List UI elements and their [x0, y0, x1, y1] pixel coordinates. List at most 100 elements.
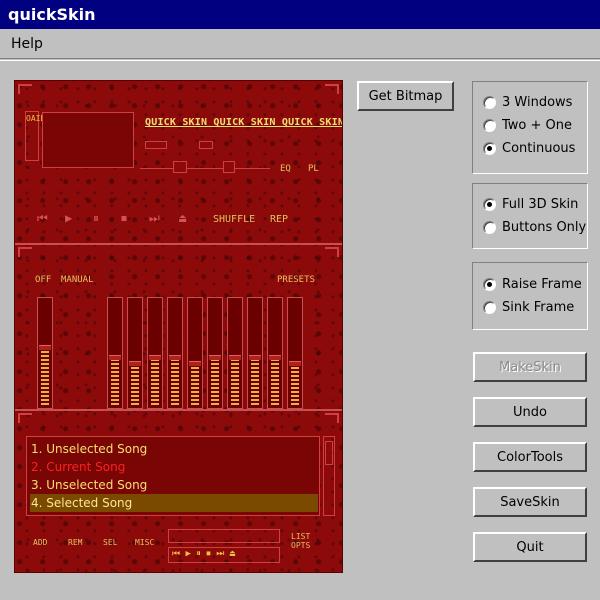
seek-knob[interactable] [173, 161, 187, 173]
playlist-sel-button[interactable]: SEL [103, 538, 117, 547]
radio-label: Buttons Only [502, 219, 587, 235]
radio-indicator [483, 277, 496, 291]
eq-manual-button[interactable]: MANUAL [61, 275, 94, 285]
skin-type-group: Full 3D Skin Buttons Only [472, 183, 588, 249]
title-bar: quickSkin [0, 0, 600, 29]
eq-slider-knob[interactable] [189, 361, 201, 366]
skin-preview[interactable]: OAIDO QUICK SKIN QUICK SKIN QUICK SKIN E… [14, 80, 343, 573]
quit-button[interactable]: Quit [473, 532, 587, 562]
playlist-scroll-thumb[interactable] [325, 441, 333, 465]
eject-icon[interactable]: ⏏ [179, 211, 186, 225]
radio-indicator [483, 300, 496, 314]
eq-slider-knob[interactable] [289, 361, 301, 366]
radio-indicator [483, 220, 496, 234]
seek-knob-secondary[interactable] [223, 161, 235, 173]
playlist-add-button[interactable]: ADD [33, 538, 47, 547]
eq-level-fill [191, 363, 199, 405]
vertical-label: OAIDO [25, 111, 50, 161]
corner-decoration [18, 84, 32, 94]
menu-divider [0, 60, 600, 61]
eq-band-slider[interactable] [207, 297, 223, 409]
eq-slider-knob[interactable] [269, 355, 281, 360]
eq-presets-button[interactable]: PRESETS [277, 275, 315, 285]
eq-slider-knob[interactable] [39, 345, 51, 350]
play-icon[interactable]: ▶ [65, 211, 72, 225]
eq-band-slider[interactable] [287, 297, 303, 409]
corner-decoration [18, 413, 32, 423]
save-skin-button[interactable]: SaveSkin [473, 487, 587, 517]
eq-band-slider[interactable] [107, 297, 123, 409]
eq-level-fill [251, 357, 259, 405]
color-tools-button[interactable]: ColorTools [473, 442, 587, 472]
pause-icon[interactable]: ⏸ [93, 211, 99, 226]
radio-label: Raise Frame [502, 276, 582, 292]
prev-icon[interactable]: ⏮ [37, 211, 48, 226]
repeat-button[interactable]: REP [270, 214, 288, 225]
playlist-transport: ⏮ ▶ ⏸ ⏹ ⏭ ⏏ [168, 547, 280, 563]
pl-toggle[interactable]: PL [308, 164, 319, 174]
mini-transport-icons[interactable]: ⏮ ▶ ⏸ ⏹ ⏭ ⏏ [172, 549, 235, 559]
eq-slider-knob[interactable] [169, 355, 181, 360]
playlist-rem-button[interactable]: REM [68, 538, 82, 547]
eq-slider-knob[interactable] [249, 355, 261, 360]
playlist-misc-button[interactable]: MISC [135, 538, 154, 547]
radio-indicator [483, 197, 496, 211]
eq-level-fill [291, 363, 299, 405]
balance-knob[interactable] [199, 141, 213, 149]
radio-label: Continuous [502, 140, 576, 156]
eq-preamp-slider[interactable] [37, 297, 53, 409]
radio-label: 3 Windows [502, 94, 573, 110]
seek-track[interactable] [140, 168, 270, 169]
next-icon[interactable]: ⏭ [149, 211, 160, 226]
eq-band-slider[interactable] [187, 297, 203, 409]
radio-label: Sink Frame [502, 299, 575, 315]
eq-level-fill [41, 347, 49, 405]
eq-slider-knob[interactable] [229, 355, 241, 360]
corner-decoration [18, 247, 32, 257]
playlist-item-selected[interactable]: 4. Selected Song [30, 494, 318, 512]
corner-decoration [325, 84, 339, 94]
shuffle-button[interactable]: SHUFFLE [213, 214, 255, 225]
eq-band-slider[interactable] [167, 297, 183, 409]
stop-icon[interactable]: ⏹ [121, 211, 127, 226]
eq-level-fill [111, 357, 119, 405]
menu-help[interactable]: Help [11, 36, 43, 52]
eq-off-button[interactable]: OFF [35, 275, 51, 285]
radio-full-3d-skin[interactable]: Full 3D Skin [483, 195, 578, 213]
list-opts-button[interactable]: LIST OPTS [291, 532, 313, 550]
eq-level-fill [211, 357, 219, 405]
radio-raise-frame[interactable]: Raise Frame [483, 275, 582, 293]
playlist-item[interactable]: 3. Unselected Song [30, 476, 318, 494]
playlist-scrollbar[interactable] [323, 436, 335, 516]
eq-slider-knob[interactable] [129, 361, 141, 366]
eq-band-slider[interactable] [247, 297, 263, 409]
eq-slider-knob[interactable] [209, 355, 221, 360]
undo-button[interactable]: Undo [473, 397, 587, 427]
corner-decoration [325, 413, 339, 423]
layout-options-group: 3 Windows Two + One Continuous [472, 81, 588, 174]
radio-3-windows[interactable]: 3 Windows [483, 93, 572, 111]
eq-band-slider[interactable] [267, 297, 283, 409]
get-bitmap-button[interactable]: Get Bitmap [357, 81, 454, 111]
playlist-item[interactable]: 1. Unselected Song [30, 440, 318, 458]
eq-band-slider[interactable] [147, 297, 163, 409]
corner-decoration [325, 247, 339, 257]
eq-band-slider[interactable] [127, 297, 143, 409]
volume-knob[interactable] [145, 141, 167, 149]
radio-label: Two + One [502, 117, 573, 133]
eq-slider-knob[interactable] [109, 355, 121, 360]
eq-slider-knob[interactable] [149, 355, 161, 360]
radio-continuous[interactable]: Continuous [483, 139, 575, 157]
playlist-item-current[interactable]: 2. Current Song [30, 458, 318, 476]
window-title: quickSkin [8, 5, 96, 24]
radio-label: Full 3D Skin [502, 196, 579, 212]
eq-band-slider[interactable] [227, 297, 243, 409]
radio-indicator [483, 95, 496, 109]
radio-sink-frame[interactable]: Sink Frame [483, 298, 574, 316]
frame-style-group: Raise Frame Sink Frame [472, 262, 588, 330]
radio-indicator [483, 141, 496, 155]
eq-toggle[interactable]: EQ [280, 164, 291, 174]
radio-buttons-only[interactable]: Buttons Only [483, 218, 586, 236]
radio-two-plus-one[interactable]: Two + One [483, 116, 572, 134]
make-skin-button[interactable]: MakeSkin [473, 352, 587, 382]
